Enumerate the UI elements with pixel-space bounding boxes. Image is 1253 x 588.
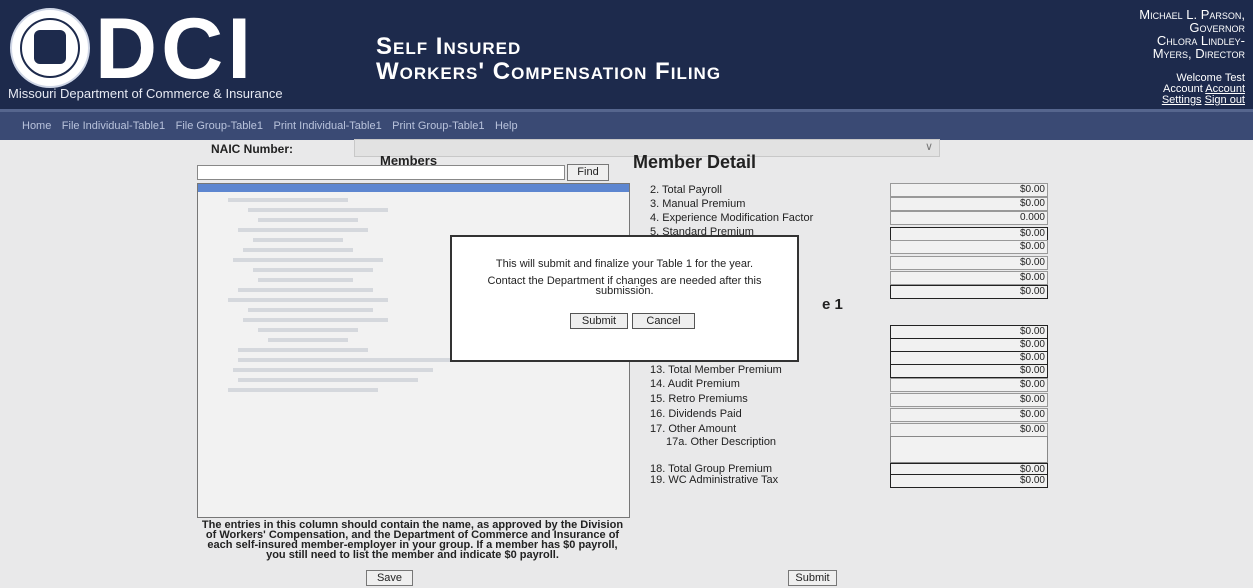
list-item[interactable] xyxy=(258,218,358,222)
site-header: DCI Missouri Department of Commerce & In… xyxy=(0,0,1253,109)
confirm-dialog: This will submit and finalize your Table… xyxy=(450,235,799,362)
list-item[interactable] xyxy=(268,338,348,342)
list-item[interactable] xyxy=(258,278,353,282)
list-item[interactable] xyxy=(228,198,348,202)
detail-field[interactable]: $0.00 xyxy=(890,351,1048,365)
dialog-message: This will submit and finalize your Table… xyxy=(495,258,754,270)
list-item[interactable] xyxy=(238,348,368,352)
page-title-line2: Workers' Compensation Filing xyxy=(376,58,722,85)
list-item[interactable] xyxy=(228,298,388,302)
detail-field[interactable]: $0.00 xyxy=(890,240,1048,254)
official-line: Myers, Director xyxy=(1152,46,1245,61)
list-item[interactable] xyxy=(253,238,343,242)
field-label: 16. Dividends Paid xyxy=(650,408,742,420)
detail-field[interactable]: $0.00 xyxy=(890,256,1048,270)
submit-button[interactable]: Submit xyxy=(788,570,837,586)
list-item[interactable] xyxy=(248,208,388,212)
detail-field[interactable]: $0.00 xyxy=(890,325,1048,339)
detail-field[interactable]: $0.00 xyxy=(890,271,1048,285)
chevron-down-icon: ∨ xyxy=(924,141,933,153)
list-item[interactable] xyxy=(243,248,353,252)
settings-link[interactable]: Settings xyxy=(1162,94,1202,106)
list-item-selected[interactable] xyxy=(198,184,629,192)
experience-modification-field[interactable]: 0.000 xyxy=(890,211,1048,225)
list-item[interactable] xyxy=(238,228,368,232)
naic-label: NAIC Number: xyxy=(211,142,294,156)
total-payroll-field[interactable]: $0.00 xyxy=(890,183,1048,197)
save-button[interactable]: Save xyxy=(366,570,413,586)
field-label: 13. Total Member Premium xyxy=(650,364,782,376)
dialog-message-secondary: Contact the Department if changes are ne… xyxy=(487,275,762,297)
settings-line: Settings Sign out xyxy=(1162,95,1245,106)
officials-list: Michael L. Parson, Governor Chlora Lindl… xyxy=(1139,8,1245,60)
nav-print-individual[interactable]: Print Individual-Table1 xyxy=(273,120,381,132)
list-item[interactable] xyxy=(253,268,373,272)
find-button[interactable]: Find xyxy=(567,164,609,181)
page-title-line1: Self Insured xyxy=(376,33,522,60)
member-note: The entries in this column should contai… xyxy=(201,519,624,561)
retro-premiums-field[interactable]: $0.00 xyxy=(890,393,1048,407)
nav-home[interactable]: Home xyxy=(22,120,51,132)
other-amount-field[interactable]: $0.00 xyxy=(890,423,1048,437)
field-label: 14. Audit Premium xyxy=(650,378,740,390)
field-label: 4. Experience Modification Factor xyxy=(650,212,814,224)
total-member-premium-field[interactable]: $0.00 xyxy=(890,364,1048,378)
dci-logo-text: DCI xyxy=(95,1,256,97)
dividends-paid-field[interactable]: $0.00 xyxy=(890,408,1048,422)
list-item[interactable] xyxy=(233,258,383,262)
field-label: 17a. Other Description xyxy=(666,436,777,448)
list-item[interactable] xyxy=(243,318,388,322)
welcome-panel: Welcome Test Account Account Settings Si… xyxy=(1162,73,1245,106)
list-item[interactable] xyxy=(228,388,378,392)
standard-premium-field[interactable]: $0.00 xyxy=(890,227,1048,241)
field-label: 2. Total Payroll xyxy=(650,184,722,196)
list-item[interactable] xyxy=(248,308,373,312)
field-label: 15. Retro Premiums xyxy=(650,393,748,405)
other-description-field[interactable] xyxy=(890,436,1048,463)
detail-field[interactable]: $0.00 xyxy=(890,285,1048,299)
list-item[interactable] xyxy=(238,378,418,382)
manual-premium-field[interactable]: $0.00 xyxy=(890,197,1048,211)
nav-help[interactable]: Help xyxy=(495,120,518,132)
list-item[interactable] xyxy=(258,328,358,332)
detail-field[interactable]: $0.00 xyxy=(890,338,1048,352)
state-seal-logo xyxy=(10,8,90,88)
member-search-input[interactable] xyxy=(197,165,565,180)
field-label: 19. WC Administrative Tax xyxy=(650,474,779,486)
dialog-submit-button[interactable]: Submit xyxy=(570,313,628,329)
list-item[interactable] xyxy=(233,368,433,372)
nav-file-individual[interactable]: File Individual-Table1 xyxy=(62,120,165,132)
nav-bar: Home File Individual-Table1 File Group-T… xyxy=(0,109,1253,140)
wc-administrative-tax-field[interactable]: $0.00 xyxy=(890,474,1048,488)
nav-print-group[interactable]: Print Group-Table1 xyxy=(392,120,484,132)
sign-out-link[interactable]: Sign out xyxy=(1205,94,1245,106)
dialog-cancel-button[interactable]: Cancel xyxy=(632,313,695,329)
audit-premium-field[interactable]: $0.00 xyxy=(890,378,1048,392)
field-label: 17. Other Amount xyxy=(650,423,737,435)
department-name: Missouri Department of Commerce & Insura… xyxy=(8,86,283,101)
list-item[interactable] xyxy=(238,288,373,292)
nav-file-group[interactable]: File Group-Table1 xyxy=(176,120,263,132)
section-heading-fragment: e 1 xyxy=(822,296,843,313)
member-detail-title: Member Detail xyxy=(633,152,757,172)
field-label: 3. Manual Premium xyxy=(650,198,746,210)
